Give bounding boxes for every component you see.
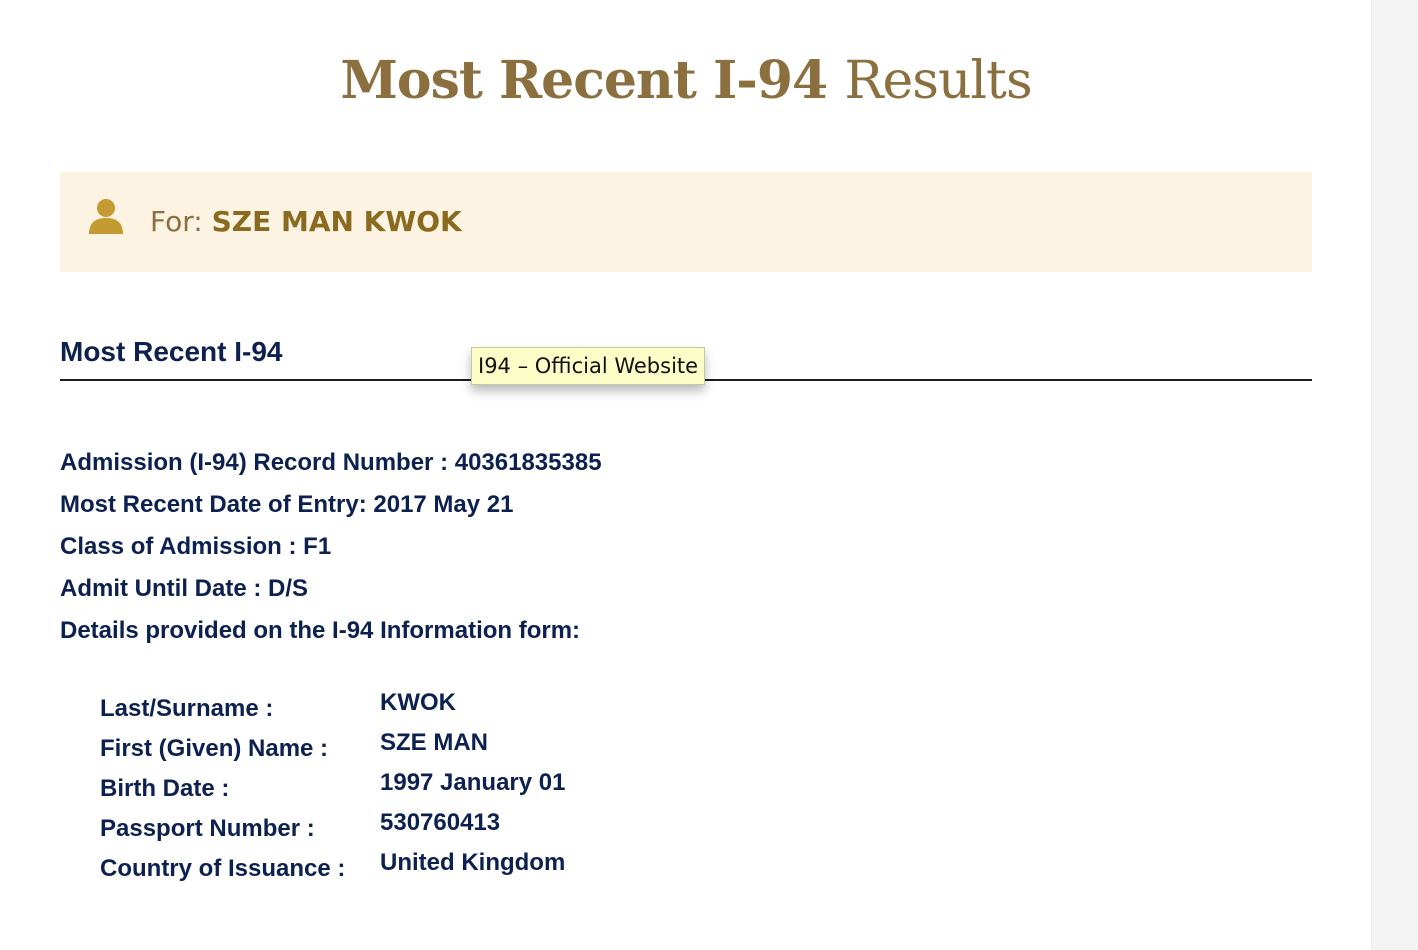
- section-heading: Most Recent I-94: [60, 336, 283, 367]
- page-title: Most Recent I-94 Results: [0, 46, 1372, 116]
- detail-row-passport-number: Passport Number : 530760413: [100, 808, 800, 848]
- detail-row-country: Country of Issuance : United Kingdom: [100, 848, 800, 888]
- detail-label: Last/Surname :: [100, 695, 274, 722]
- detail-value: KWOK: [380, 689, 456, 716]
- i94-results-page: Most Recent I-94 Results For: SZE MAN KW…: [0, 0, 1418, 950]
- entry-date-line: Most Recent Date of Entry: 2017 May 21: [60, 491, 514, 518]
- tooltip: I94 – Official Website: [471, 347, 706, 385]
- user-icon: [89, 199, 123, 234]
- class-of-admission-line: Class of Admission : F1: [60, 533, 332, 560]
- admit-until-line: Admit Until Date : D/S: [60, 575, 309, 602]
- detail-value: United Kingdom: [380, 849, 566, 876]
- traveler-for-text: For: SZE MAN KWOK: [150, 204, 462, 240]
- detail-row-birth-date: Birth Date : 1997 January 01: [100, 768, 800, 808]
- details-table: Last/Surname : KWOK First (Given) Name :…: [100, 688, 800, 888]
- detail-label: Country of Issuance :: [100, 855, 346, 882]
- detail-value: 1997 January 01: [380, 769, 566, 796]
- page-title-light: Results: [844, 51, 1032, 111]
- traveler-name: SZE MAN KWOK: [211, 205, 462, 238]
- record-info: Admission (I-94) Record Number : 4036183…: [60, 446, 602, 656]
- detail-row-surname: Last/Surname : KWOK: [100, 688, 800, 728]
- traveler-banner: For: SZE MAN KWOK: [60, 172, 1312, 272]
- detail-row-given-name: First (Given) Name : SZE MAN: [100, 728, 800, 768]
- detail-label: First (Given) Name :: [100, 735, 329, 762]
- detail-value: SZE MAN: [380, 729, 488, 756]
- scrollbar[interactable]: [1371, 0, 1418, 950]
- page-title-bold: Most Recent I-94: [340, 50, 828, 111]
- record-number-line: Admission (I-94) Record Number : 4036183…: [60, 449, 602, 476]
- detail-value: 530760413: [380, 809, 501, 836]
- detail-label: Birth Date :: [100, 775, 230, 802]
- details-intro-line: Details provided on the I-94 Information…: [60, 617, 581, 644]
- for-label: For:: [150, 205, 203, 238]
- detail-label: Passport Number :: [100, 815, 315, 842]
